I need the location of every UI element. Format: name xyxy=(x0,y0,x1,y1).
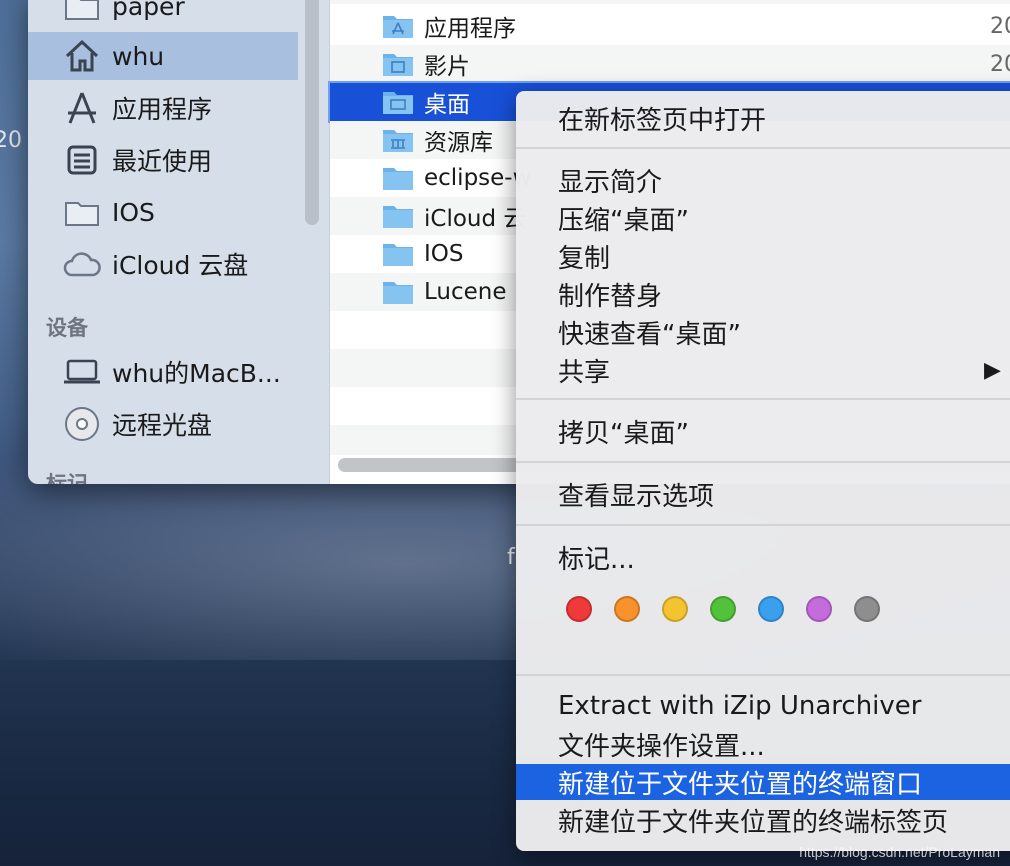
devices-header: 设备 xyxy=(46,316,88,340)
sidebar-item-ios[interactable]: IOS xyxy=(28,188,298,236)
menu-item-copy[interactable]: 拷贝“桌面” xyxy=(516,413,1010,449)
menu-separator xyxy=(516,461,1010,463)
menu-item-new-terminal[interactable]: 新建位于文件夹位置的终端窗口 xyxy=(516,764,1010,800)
sidebar-item-label: 应用程序 xyxy=(112,95,213,124)
disc-icon xyxy=(62,406,102,442)
menu-item-new-terminal-tab[interactable]: 新建位于文件夹位置的终端标签页 xyxy=(516,802,1010,838)
sidebar-item-label: 最近使用 xyxy=(112,147,213,176)
file-name: iCloud 云 xyxy=(424,206,527,232)
menu-item-folder-actions[interactable]: 文件夹操作设置... xyxy=(516,726,1010,762)
desktop-label: 20 xyxy=(0,128,22,153)
submenu-arrow-icon: ▶ xyxy=(984,357,1001,383)
movies-folder-icon xyxy=(383,54,413,76)
sidebar-item-macbook[interactable]: whu的MacB... xyxy=(28,348,298,396)
sidebar-item-paper[interactable]: paper xyxy=(28,0,298,30)
sidebar-item-label: iCloud 云盘 xyxy=(112,251,249,280)
tag-orange[interactable] xyxy=(614,596,640,622)
laptop-icon xyxy=(62,354,102,390)
sidebar-item-label: whu的MacB... xyxy=(112,359,281,388)
sidebar-item-label: whu xyxy=(112,41,165,71)
menu-item-view-options[interactable]: 查看显示选项 xyxy=(516,476,1010,512)
folder-icon xyxy=(383,206,413,228)
tag-gray[interactable] xyxy=(854,596,880,622)
file-row-movies[interactable]: 影片 20 xyxy=(330,45,1010,83)
watermark: https://blog.csdn.net/ProLayman xyxy=(799,844,1000,860)
menu-item-get-info[interactable]: 显示简介 xyxy=(516,162,1010,198)
sidebar-item-icloud[interactable]: iCloud 云盘 xyxy=(28,240,298,288)
menu-item-open-new-tab[interactable]: 在新标签页中打开 xyxy=(516,100,1010,136)
tag-blue[interactable] xyxy=(758,596,784,622)
sidebar-item-label: IOS xyxy=(112,197,155,227)
desktop-folder-icon xyxy=(383,92,413,114)
file-name: 资源库 xyxy=(424,130,493,156)
menu-separator xyxy=(516,524,1010,526)
library-folder-icon xyxy=(383,130,413,152)
file-name: Lucene xyxy=(424,279,507,305)
sidebar-item-recents[interactable]: 最近使用 xyxy=(28,136,298,184)
menu-item-share[interactable]: 共享 ▶ xyxy=(516,352,1010,388)
sidebar-item-label: 远程光盘 xyxy=(112,411,213,440)
context-menu: 在新标签页中打开 显示简介 压缩“桌面” 复制 制作替身 快速查看“桌面” 共享… xyxy=(516,91,1010,851)
applications-icon xyxy=(62,90,102,126)
folder-icon xyxy=(62,194,102,230)
home-icon xyxy=(62,38,102,74)
menu-separator xyxy=(516,674,1010,676)
menu-item-duplicate[interactable]: 复制 xyxy=(516,238,1010,274)
menu-item-make-alias[interactable]: 制作替身 xyxy=(516,276,1010,312)
file-name: 应用程序 xyxy=(424,16,516,42)
tags-header: 标记 xyxy=(46,472,88,484)
file-name: 影片 xyxy=(424,54,470,80)
cloud-icon xyxy=(62,246,102,282)
file-name: IOS xyxy=(424,241,464,267)
file-date: 20 xyxy=(990,51,1010,77)
file-name: 桌面 xyxy=(424,92,470,118)
folder-icon xyxy=(383,282,413,304)
menu-separator xyxy=(516,147,1010,149)
menu-item-quick-look[interactable]: 快速查看“桌面” xyxy=(516,314,1010,350)
sidebar: paper whu 应用程序 最近使用 IOS iCloud 云盘 设备 whu… xyxy=(28,0,329,484)
menu-separator xyxy=(516,398,1010,400)
tag-green[interactable] xyxy=(710,596,736,622)
folder-icon xyxy=(383,168,413,190)
folder-icon xyxy=(62,0,102,24)
applications-folder-icon xyxy=(383,16,413,38)
desktop-label: f xyxy=(507,545,515,570)
sidebar-item-whu[interactable]: whu xyxy=(28,32,298,80)
menu-item-label: 共享 xyxy=(558,357,611,388)
sidebar-scrollbar[interactable] xyxy=(305,0,319,225)
tag-yellow[interactable] xyxy=(662,596,688,622)
menu-item-extract-izip[interactable]: Extract with iZip Unarchiver xyxy=(516,688,1010,724)
tag-purple[interactable] xyxy=(806,596,832,622)
file-date: 20 xyxy=(990,13,1010,39)
sidebar-item-applications[interactable]: 应用程序 xyxy=(28,84,298,132)
folder-icon xyxy=(383,244,413,266)
menu-item-compress[interactable]: 压缩“桌面” xyxy=(516,200,1010,236)
sidebar-item-remote-disc[interactable]: 远程光盘 xyxy=(28,400,298,448)
tag-red[interactable] xyxy=(566,596,592,622)
sidebar-item-label: paper xyxy=(112,0,185,21)
file-row-applications[interactable]: 应用程序 20 xyxy=(330,7,1010,45)
recents-icon xyxy=(62,142,102,178)
menu-item-tags[interactable]: 标记... xyxy=(516,539,1010,575)
file-row[interactable] xyxy=(330,0,1010,4)
